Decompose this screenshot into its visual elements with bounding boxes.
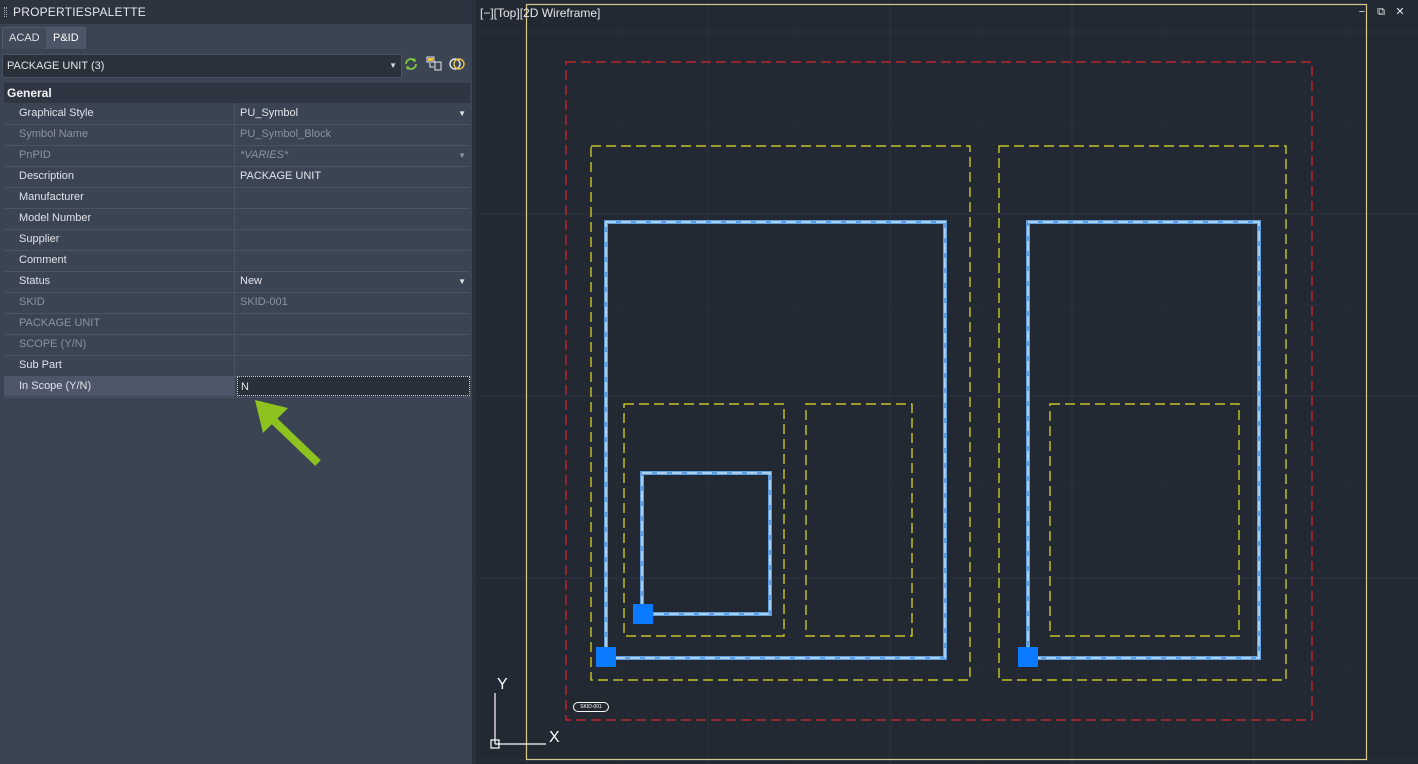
property-row-package-unit: PACKAGE UNIT — [4, 313, 470, 335]
property-name: Manufacturer — [4, 187, 235, 207]
skid-tag-label[interactable]: SKID-001 — [573, 702, 609, 712]
grip-icon[interactable] — [4, 7, 7, 17]
viewport-controls-label[interactable]: [−][Top][2D Wireframe] — [480, 6, 600, 20]
property-value — [237, 334, 470, 354]
package-unit-boundaries — [590, 145, 1287, 681]
selected-outlines — [604, 220, 1261, 660]
property-value[interactable] — [237, 187, 470, 207]
object-type-dropdown[interactable]: PACKAGE UNIT (3) ▼ — [2, 54, 402, 78]
property-value[interactable]: PACKAGE UNIT — [237, 166, 470, 186]
property-name: In Scope (Y/N) — [4, 376, 235, 396]
property-row-in-scope[interactable]: In Scope (Y/N) N — [4, 376, 470, 398]
property-row-model-number[interactable]: Model Number — [4, 208, 470, 230]
palette-title: PROPERTIESPALETTE — [13, 5, 146, 19]
property-name: Graphical Style — [4, 103, 235, 123]
property-value: PU_Symbol_Block — [240, 128, 332, 140]
drawing-canvas[interactable] — [476, 0, 1418, 764]
property-name: PACKAGE UNIT — [4, 313, 235, 333]
dropdown-arrow-icon[interactable]: ▼ — [458, 103, 466, 124]
tab-pid[interactable]: P&ID — [46, 27, 86, 49]
property-value[interactable] — [237, 355, 470, 375]
property-value[interactable]: PU_Symbol — [237, 103, 470, 123]
property-value[interactable] — [237, 229, 470, 249]
palette-titlebar[interactable]: PROPERTIESPALETTE — [0, 0, 472, 24]
property-value — [237, 313, 470, 333]
in-scope-input[interactable]: N — [237, 376, 470, 396]
minimize-icon[interactable]: − — [1356, 6, 1368, 18]
toggle-pickadd-icon[interactable] — [449, 56, 465, 72]
quick-select-icon[interactable] — [426, 56, 442, 72]
property-row-scope: SCOPE (Y/N) — [4, 334, 470, 356]
annotation-arrow-icon — [255, 400, 321, 466]
object-type-label: PACKAGE UNIT (3) — [7, 60, 105, 72]
property-row-manufacturer[interactable]: Manufacturer — [4, 187, 470, 209]
dropdown-arrow-icon: ▼ — [458, 151, 466, 160]
drawing-viewport[interactable]: [−][Top][2D Wireframe] − ⧉ ✕ SKID-001 Y … — [476, 0, 1418, 764]
dropdown-arrow-icon[interactable]: ▼ — [458, 271, 466, 292]
property-name: SCOPE (Y/N) — [4, 334, 235, 354]
property-value[interactable] — [237, 250, 470, 270]
property-name: Model Number — [4, 208, 235, 228]
property-row-sub-part[interactable]: Sub Part — [4, 355, 470, 377]
property-row-symbol-name: Symbol Name PU_Symbol_Block — [4, 124, 470, 146]
property-row-pnpid: PnPID *VARIES* ▼ — [4, 145, 470, 167]
close-icon[interactable]: ✕ — [1394, 6, 1406, 18]
property-value: SKID-001 — [240, 296, 288, 308]
property-name: Symbol Name — [4, 124, 235, 144]
section-title: General — [7, 86, 52, 100]
skid-boundary — [565, 61, 1313, 721]
restore-icon[interactable]: ⧉ — [1375, 6, 1387, 18]
property-row-graphical-style[interactable]: Graphical Style PU_Symbol ▼ — [4, 103, 470, 125]
refresh-icon[interactable] — [403, 56, 419, 72]
ucs-icon — [490, 693, 546, 749]
ucs-y-label: Y — [497, 676, 508, 693]
property-name: Description — [4, 166, 235, 186]
property-value[interactable]: New — [237, 271, 470, 291]
property-name: Supplier — [4, 229, 235, 249]
property-value[interactable] — [237, 208, 470, 228]
property-value: *VARIES* — [240, 149, 289, 161]
property-name: SKID — [4, 292, 235, 312]
property-name: Comment — [4, 250, 235, 270]
property-name: Status — [4, 271, 235, 291]
tab-acad[interactable]: ACAD — [2, 27, 47, 49]
property-row-skid: SKID SKID-001 — [4, 292, 470, 314]
section-general[interactable]: General — [4, 83, 470, 103]
property-row-status[interactable]: Status New ▼ — [4, 271, 470, 293]
property-name: Sub Part — [4, 355, 235, 375]
property-name: PnPID — [4, 145, 235, 165]
chevron-down-icon: ▼ — [389, 61, 397, 70]
property-row-description[interactable]: Description PACKAGE UNIT — [4, 166, 470, 188]
properties-palette: PROPERTIESPALETTE ACAD P&ID PACKAGE UNIT… — [0, 0, 472, 764]
property-row-supplier[interactable]: Supplier — [4, 229, 470, 251]
property-row-comment[interactable]: Comment — [4, 250, 470, 272]
ucs-x-label: X — [549, 729, 560, 746]
